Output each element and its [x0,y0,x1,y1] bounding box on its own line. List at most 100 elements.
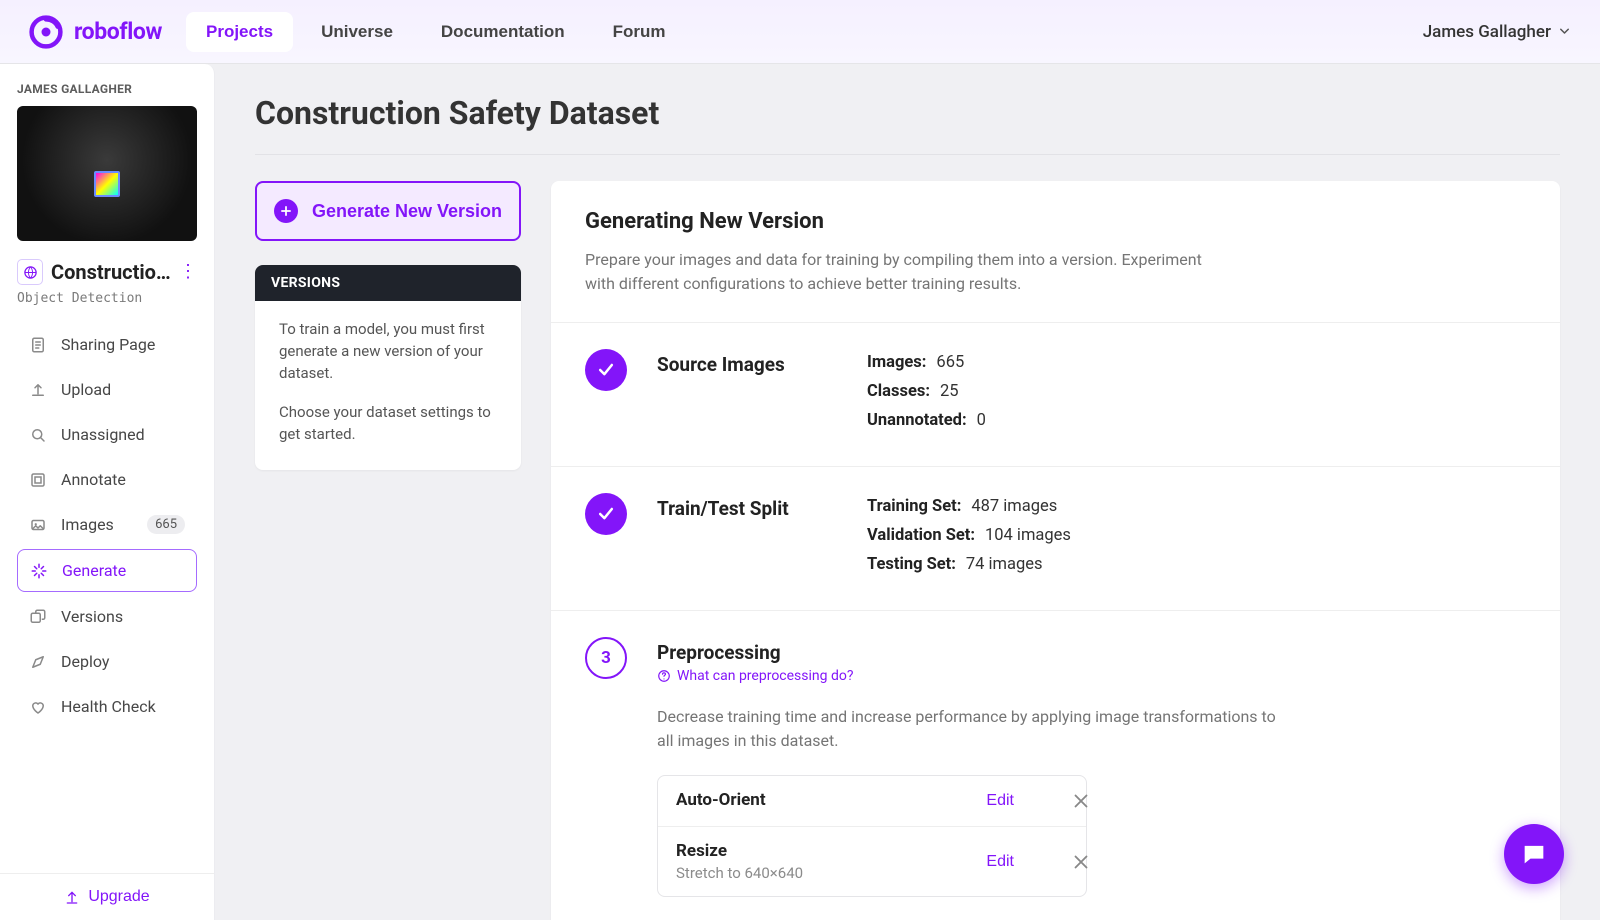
step-check-icon [585,349,627,391]
annotate-icon [29,471,47,489]
edit-button[interactable]: Edit [986,853,1014,871]
preprocessing-subtext: Stretch to 640×640 [676,864,972,882]
upgrade-label: Upgrade [88,888,149,906]
user-name: James Gallagher [1423,22,1551,42]
deploy-icon [29,653,47,671]
step-number-badge: 3 [585,637,627,679]
topnav-projects[interactable]: Projects [186,12,293,52]
sidenav-deploy[interactable]: Deploy [17,641,197,682]
versions-icon [29,608,47,626]
kv-value: 74 images [966,555,1043,574]
versions-card-text-1: To train a model, you must first generat… [279,319,497,384]
roboflow-logo-icon [28,14,64,50]
main-content: Construction Safety Dataset Generate New… [215,64,1600,920]
sidenav-label: Unassigned [61,425,145,444]
kv-key: Testing Set: [867,555,956,574]
kv-key: Classes: [867,382,930,401]
sidenav-label: Deploy [61,652,109,671]
panel-title: Generating New Version [585,209,1526,234]
step-heading: Train/Test Split [657,497,817,584]
sidenav-label: Versions [61,607,123,626]
kv-value: 0 [977,411,986,430]
generate-button-label: Generate New Version [312,201,502,222]
kv-value: 104 images [985,526,1071,545]
step-check-icon [585,493,627,535]
sidenav-label: Upload [61,380,111,399]
versions-card-text-2: Choose your dataset settings to get star… [279,402,497,446]
sidenav-health-check[interactable]: Health Check [17,686,197,727]
upgrade-icon [64,889,80,905]
help-link-label: What can preprocessing do? [677,668,853,684]
chat-icon [1520,840,1548,868]
sidenav-sharing-page[interactable]: Sharing Page [17,324,197,365]
project-type-icon [17,259,43,285]
workspace-name: JAMES GALLAGHER [17,82,197,96]
preprocessing-name: Auto-Orient [676,790,972,810]
kv-key: Training Set: [867,497,961,516]
sidenav-generate[interactable]: Generate [17,549,197,592]
generating-panel: Generating New Version Prepare your imag… [551,181,1560,920]
divider [551,610,1560,611]
step-heading: Preprocessing [657,641,1526,664]
divider [551,322,1560,323]
kv-value: 487 images [971,497,1057,516]
sidenav-label: Sharing Page [61,335,155,354]
user-menu[interactable]: James Gallagher [1423,22,1572,42]
sidenav-annotate[interactable]: Annotate [17,459,197,500]
versions-card: VERSIONS To train a model, you must firs… [255,265,521,470]
images-count-badge: 665 [147,515,185,534]
preprocessing-name: Resize [676,841,972,861]
edit-button[interactable]: Edit [986,792,1014,810]
divider [551,466,1560,467]
step-train-test-split: Train/Test Split Training Set: 487 images… [585,493,1526,584]
chevron-down-icon [1557,24,1572,39]
upload-icon [29,381,47,399]
topnav-universe[interactable]: Universe [301,12,413,52]
search-icon [29,426,47,444]
sidenav-upload[interactable]: Upload [17,369,197,410]
topnav-forum[interactable]: Forum [593,12,686,52]
side-nav: Sharing Page Upload Unassigned Annotate … [17,324,197,727]
preprocessing-row: Auto-Orient Edit [658,776,1086,826]
brand-logo[interactable]: roboflow [28,14,162,50]
health-icon [29,698,47,716]
versions-card-header: VERSIONS [255,265,521,301]
kv-key: Unannotated: [867,411,967,430]
project-thumbnail[interactable] [17,106,197,241]
sidenav-unassigned[interactable]: Unassigned [17,414,197,455]
question-circle-icon [657,669,671,683]
step-preprocessing: 3 Preprocessing What can preprocessing d… [585,637,1526,897]
kv-key: Images: [867,353,926,372]
preprocessing-help-link[interactable]: What can preprocessing do? [657,668,853,684]
close-icon[interactable] [1070,790,1092,812]
sidenav-label: Annotate [61,470,126,489]
images-icon [29,516,47,534]
sidenav-versions[interactable]: Versions [17,596,197,637]
sidenav-label: Images [61,515,114,534]
kv-value: 665 [936,353,964,372]
step-desc: Decrease training time and increase perf… [657,705,1277,753]
chat-fab[interactable] [1504,824,1564,884]
step-source-images: Source Images Images: 665 Classes: 25 Unan… [585,349,1526,440]
close-icon[interactable] [1070,851,1092,873]
project-more-icon[interactable]: ⋮ [179,267,197,277]
top-nav: roboflow Projects Universe Documentation… [0,0,1600,64]
page-icon [29,336,47,354]
upgrade-button[interactable]: Upgrade [64,888,149,906]
sidebar: JAMES GALLAGHER Construction S... ⋮ Obje… [0,64,215,920]
sidenav-images[interactable]: Images 665 [17,504,197,545]
divider [255,154,1560,155]
brand-name: roboflow [74,18,162,45]
sidenav-label: Generate [62,561,126,580]
topnav-links: Projects Universe Documentation Forum [186,12,686,52]
preprocessing-row: Resize Stretch to 640×640 Edit [658,826,1086,896]
kv-key: Validation Set: [867,526,975,545]
kv-value: 25 [940,382,959,401]
preprocessing-list: Auto-Orient Edit Resize Stretch to 640×6… [657,775,1087,897]
project-type-label: Object Detection [17,291,197,306]
topnav-documentation[interactable]: Documentation [421,12,585,52]
sidenav-label: Health Check [61,697,156,716]
step-heading: Source Images [657,353,817,440]
generate-new-version-button[interactable]: Generate New Version [255,181,521,241]
page-title: Construction Safety Dataset [255,94,1560,132]
